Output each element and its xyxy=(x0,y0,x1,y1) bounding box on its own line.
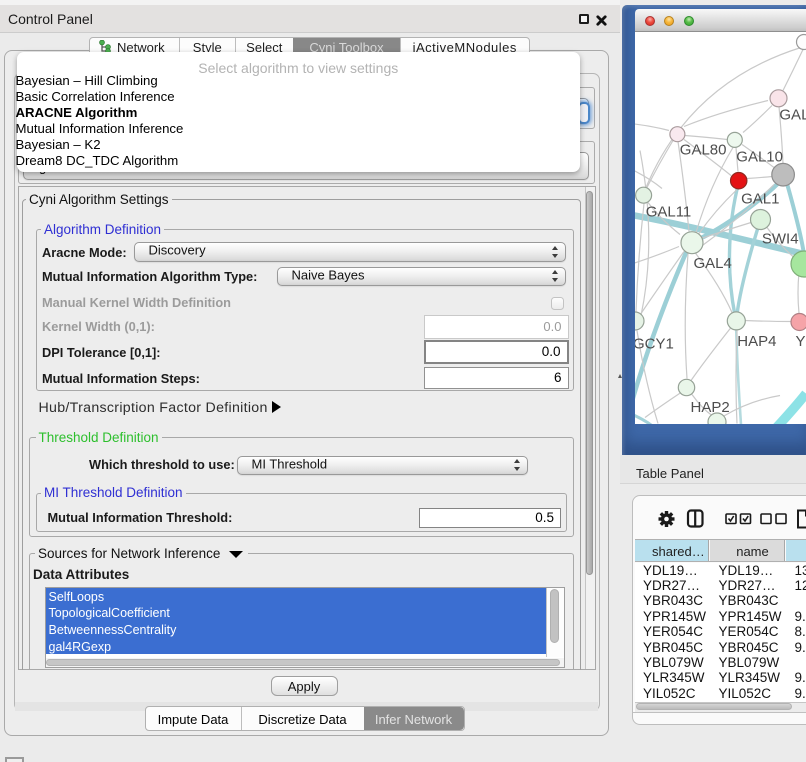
svg-text:GAL10: GAL10 xyxy=(736,148,783,165)
svg-text:GAL80: GAL80 xyxy=(680,141,727,158)
svg-text:GAL4: GAL4 xyxy=(694,255,732,272)
svg-text:HAP2: HAP2 xyxy=(691,399,730,416)
svg-text:SWI4: SWI4 xyxy=(762,230,799,247)
svg-text:Y: Y xyxy=(796,333,806,350)
svg-text:GAL1: GAL1 xyxy=(741,190,779,207)
svg-text:GCY1: GCY1 xyxy=(635,335,674,352)
svg-text:GAL: GAL xyxy=(779,106,806,123)
svg-text:HAP4: HAP4 xyxy=(737,333,776,350)
svg-text:GAL11: GAL11 xyxy=(646,203,692,220)
